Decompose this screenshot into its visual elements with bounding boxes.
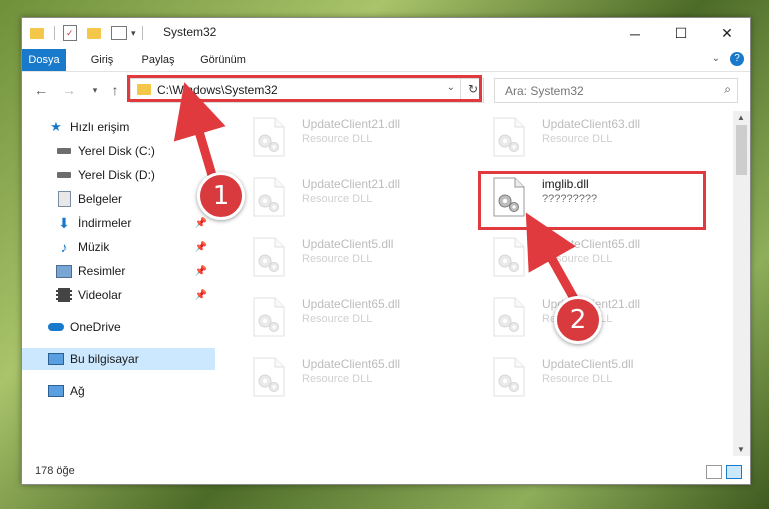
arrow-to-address — [173, 82, 226, 187]
step-badge-2: 2 — [554, 296, 602, 344]
arrow-to-file — [525, 212, 581, 307]
step-badge-1: 1 — [197, 172, 245, 220]
annotation-arrows — [173, 82, 581, 307]
